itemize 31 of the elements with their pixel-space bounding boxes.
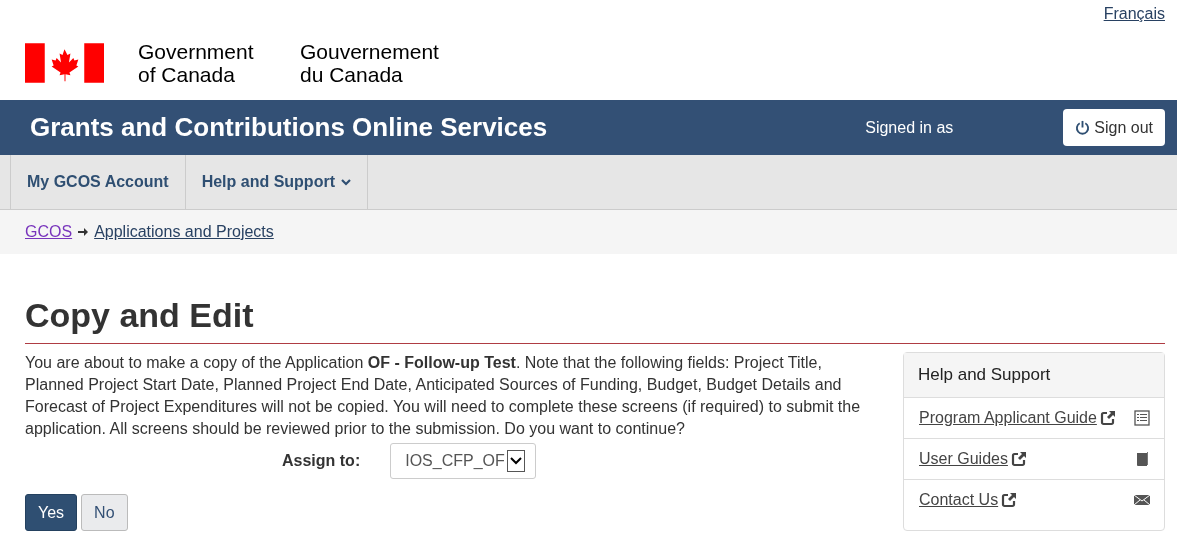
dropdown-icon [506,450,525,472]
envelope-icon [1134,492,1150,508]
breadcrumb-link[interactable]: GCOS [25,223,73,241]
external-link-icon [1010,451,1027,467]
chevron-down-icon [340,178,351,186]
government-name: Gouvernement du Canada [300,40,440,86]
signed-in-text: Signed in as [865,118,954,137]
sign-out-button[interactable]: Sign out [1063,109,1165,146]
external-link-icon [1001,492,1018,508]
assign-label: Assign to: [282,452,361,470]
confirmation-message: You are about to make a copy of the Application OF - Follow-up Test. Note that the following fields: Project Title, Planned Project Start Date, Planned Project End Date, Anticipated Sources of Funding, Budget, Budget Details and Forecast of Project Expenditures will not be copied. You will need to complete these screens (if required) to submit the application. All screens should be reviewed prior to the submission. Do you want to continue? [25,353,862,439]
language-link[interactable]: Français [1103,5,1165,26]
power-icon [1075,120,1091,135]
external-link-icon [1099,410,1116,426]
page-heading: Copy and Edit [25,296,1165,344]
yes-button[interactable]: Yes [25,494,78,531]
government-name: Government of Canada [138,40,255,86]
assign-select[interactable]: IOS_CFP_OF [390,443,536,479]
help-link[interactable]: Program Applicant Guide [919,409,1097,427]
help-link[interactable]: User Guides [919,450,1008,468]
help-link[interactable]: Contact Us [919,491,999,509]
list-icon [1134,410,1150,426]
breadcrumb-link[interactable]: Applications and Projects [94,223,274,241]
app-title: Grants and Contributions Online Services [30,112,549,143]
panel-title: Help and Support [904,353,1164,398]
menu-item[interactable]: Help and Support [184,155,368,209]
arrow-right-icon [77,227,90,237]
flag-icon [25,43,104,83]
book-icon [1134,451,1150,467]
menu-item[interactable]: My GCOS Account [10,155,185,209]
no-button[interactable]: No [81,494,128,531]
